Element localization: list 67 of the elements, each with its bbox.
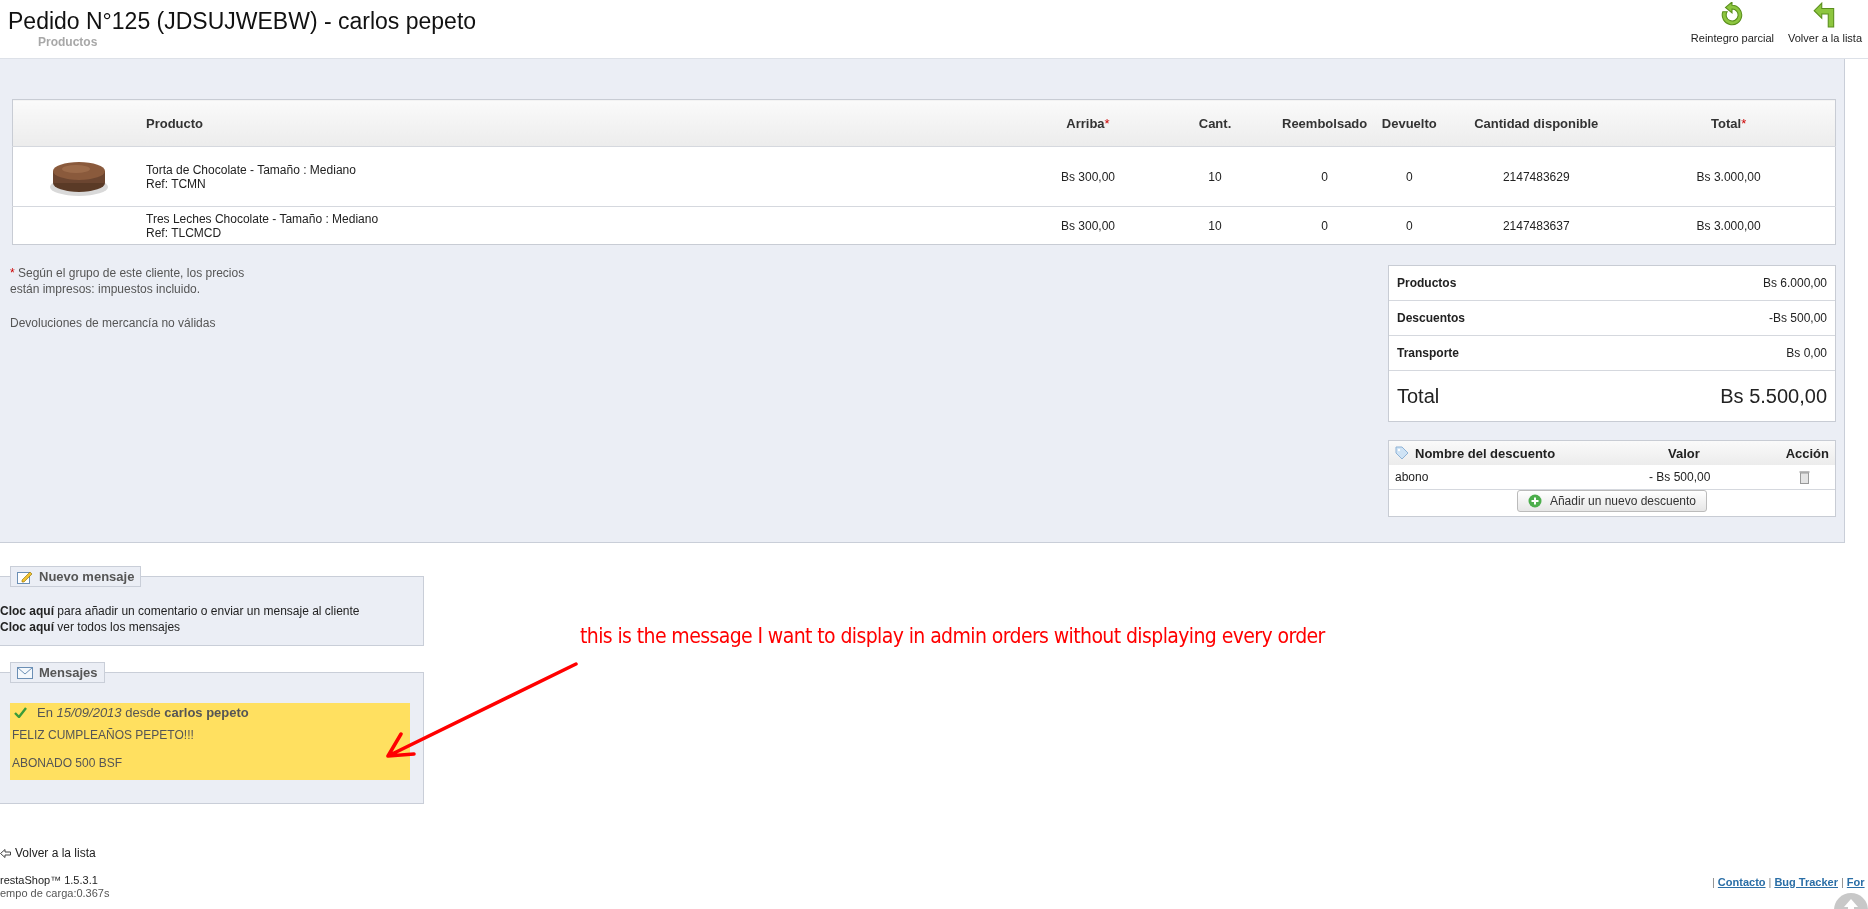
- column-header: Nombre del descuento: [1415, 445, 1557, 461]
- footer-link[interactable]: For: [1846, 876, 1865, 888]
- separator-text: |: [1712, 876, 1715, 888]
- separator-text: |: [1768, 876, 1772, 888]
- plus-icon: [1527, 494, 1542, 508]
- table-cell: 0: [1281, 146, 1369, 207]
- column-header: Devuelto: [1368, 99, 1451, 147]
- footer-link[interactable]: Bug Tracker: [1774, 876, 1838, 888]
- column-header: Producto: [145, 99, 1027, 147]
- product-reference: Ref: TCMN: [146, 176, 207, 191]
- message-link-text[interactable]: Cloc aquí para añadir un comentario o enviar un mensaje al cliente: [0, 603, 413, 619]
- column-header: Cant.: [1149, 99, 1281, 147]
- table-cell: Bs 300,00: [1027, 146, 1149, 207]
- separator-text: |: [1841, 876, 1844, 888]
- checkmark-icon: [14, 707, 27, 718]
- table-cell: 0: [1281, 206, 1369, 245]
- column-header: Arriba*: [1027, 99, 1149, 147]
- annotation-text: this is the message I want to display in admin orders without displaying every order: [580, 624, 1325, 648]
- tag-icon: [1395, 446, 1409, 460]
- total-label: Transporte: [1397, 346, 1459, 360]
- table-cell: 2147483637: [1450, 206, 1623, 245]
- column-header: Cantidad disponible: [1450, 99, 1623, 147]
- total-label: Productos: [1397, 276, 1457, 290]
- returns-note: Devoluciones de mercancía no válidas: [10, 315, 217, 331]
- version-text: restaShop™ 1.5.3.1: [0, 874, 99, 887]
- table-cell: 10: [1149, 206, 1281, 245]
- trash-icon[interactable]: [1798, 470, 1810, 484]
- product-name: Tres Leches Chocolate - Tamaño : Mediano: [146, 211, 380, 226]
- partial-refund-button[interactable]: Reintegro parcial: [1690, 2, 1774, 44]
- footer-link[interactable]: Contacto: [1717, 876, 1766, 888]
- column-header: Acción: [1784, 445, 1829, 461]
- table-cell: 10: [1149, 146, 1281, 207]
- message-text: FELIZ CUMPLEAÑOS PEPETO!!!: [12, 728, 195, 742]
- load-time-text: empo de carga:0.367s: [0, 887, 110, 900]
- page-title: Pedido N°125 (JDSUJWEBW) - carlos pepeto: [8, 8, 477, 35]
- total-value: Bs 5.500,00: [1720, 384, 1827, 408]
- table-cell: Bs 3.000,00: [1622, 206, 1836, 245]
- tax-note: * Según el grupo de este cliente, los precios están impresos: impuestos incluido.: [10, 265, 245, 297]
- total-label: Descuentos: [1397, 311, 1466, 325]
- left-arrow-icon: [0, 848, 11, 858]
- message-header: En 15/09/2013 desde carlos pepeto: [37, 705, 249, 720]
- table-cell: 2147483629: [1450, 146, 1623, 207]
- table-cell: 0: [1368, 206, 1451, 245]
- table-cell: Bs 300,00: [1027, 206, 1149, 245]
- total-value: Bs 0,00: [1786, 346, 1827, 360]
- envelope-icon: [17, 666, 33, 679]
- back-to-list-link[interactable]: Volver a la lista: [0, 846, 110, 860]
- product-reference: Ref: TLCMCD: [146, 225, 223, 240]
- section-legend: Nuevo mensaje: [10, 566, 142, 587]
- message-text: ABONADO 500 BSF: [12, 756, 124, 770]
- table-cell: Bs 3.000,00: [1622, 146, 1836, 207]
- faded-heading: Productos: [38, 35, 98, 49]
- column-header: Total*: [1622, 99, 1836, 147]
- column-header: Reembolsado: [1281, 99, 1369, 147]
- discount-value: - Bs 500,00: [1649, 470, 1712, 484]
- column-header: Valor: [1668, 445, 1701, 461]
- total-value: Bs 6.000,00: [1762, 276, 1827, 290]
- table-cell: 0: [1368, 146, 1451, 207]
- back-to-list-button[interactable]: Volver a la lista: [1788, 2, 1862, 44]
- message-link-text[interactable]: Cloc aquí ver todos los mensajes: [0, 619, 413, 635]
- edit-note-icon: [17, 569, 33, 584]
- add-discount-button[interactable]: Añadir un nuevo descuento: [1516, 490, 1708, 512]
- product-name: Torta de Chocolate - Tamaño : Mediano: [146, 162, 357, 177]
- total-label: Total: [1397, 384, 1440, 408]
- total-value: -Bs 500,00: [1768, 311, 1827, 325]
- section-legend: Mensajes: [10, 662, 105, 683]
- discount-name: abono: [1395, 470, 1430, 484]
